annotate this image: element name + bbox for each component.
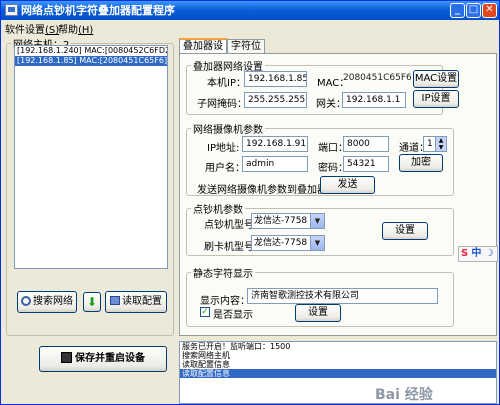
arrow-down-icon: ⬇ [86, 295, 98, 309]
search-network-label: 搜索网络 [33, 296, 73, 307]
static-text-title: 静态字符显示 [193, 269, 253, 280]
content-field[interactable]: 济南智歌测控技术有限公司 [247, 288, 438, 304]
port-field[interactable]: 8000 [343, 136, 389, 152]
close-button[interactable]: ✕ [482, 3, 497, 18]
menu-software-settings-label: 软件设置 [5, 25, 45, 36]
main-window: 网络点钞机字符叠加器配置程序 _ □ ✕ 软件设置(S) 帮助(H) 网络主机：… [0, 0, 500, 405]
read-config-button[interactable]: 读取配置 [105, 291, 167, 313]
search-network-button[interactable]: 搜索网络 [17, 291, 77, 313]
read-config-label: 读取配置 [122, 296, 162, 307]
mac-value: 2080451C65F6 [343, 73, 412, 83]
host-list-item[interactable]: [192.168.1.240] MAC:[0080452C6FD2] [15, 46, 167, 56]
encrypt-button[interactable]: 加密 [399, 154, 443, 172]
content-label: 显示内容： [200, 296, 250, 307]
title-bar: 网络点钞机字符叠加器配置程序 _ □ ✕ [1, 1, 499, 20]
channel-value: 1 [427, 139, 433, 149]
ime-lang-label: 中 [471, 248, 482, 259]
disk-icon [61, 352, 72, 363]
password-field[interactable]: 54321 [343, 156, 389, 172]
local-ip-field[interactable]: 192.168.1.85 [244, 71, 307, 87]
counter-set-button[interactable]: 设置 [382, 222, 428, 240]
host-list-item-selected[interactable]: [192.168.1.85] MAC:[2080451C65F6] [15, 56, 167, 66]
minimize-button[interactable]: _ [450, 3, 465, 18]
show-checkbox[interactable]: ✓ [200, 307, 210, 317]
log-list[interactable]: 服务已开启！监听端口：1500 搜索网络主机 读取配置信息 读取配置信息 [179, 341, 497, 404]
chevron-down-icon: ▼ [310, 236, 324, 250]
menu-software-settings[interactable]: 软件设置(S) [5, 21, 59, 36]
counter-model-select[interactable]: 龙信达-7758 ▼ [251, 213, 325, 229]
menu-help[interactable]: 帮助(H) [58, 21, 93, 36]
log-row: 服务已开启！监听端口：1500 [182, 342, 291, 351]
spin-down-icon[interactable]: ▼ [435, 144, 446, 151]
maximize-button[interactable]: □ [466, 3, 481, 18]
username-field[interactable]: admin [242, 156, 308, 172]
read-icon [110, 296, 120, 305]
host-list[interactable]: [192.168.1.240] MAC:[0080452C6FD2] [192.… [14, 45, 168, 269]
username-label: 用户名： [205, 163, 245, 174]
card-model-select[interactable]: 龙信达-7758 ▼ [251, 235, 325, 251]
log-row-selected: 读取配置信息 [180, 369, 496, 378]
watermark: Bai 经验 [375, 387, 433, 403]
menu-help-label: 帮助 [58, 25, 78, 36]
subnet-mask-label: 子网掩码： [197, 99, 247, 110]
menu-bar: 软件设置(S) 帮助(H) [1, 20, 499, 36]
local-ip-label: 本机IP： [207, 78, 246, 89]
ip-set-button[interactable]: IP设置 [413, 90, 459, 108]
card-model-value: 龙信达-7758 [254, 238, 308, 248]
window-title: 网络点钞机字符叠加器配置程序 [21, 4, 175, 17]
save-restart-label: 保存并重启设备 [75, 353, 145, 364]
subnet-mask-field[interactable]: 255.255.255.0 [244, 92, 307, 108]
show-label: 是否显示 [213, 310, 253, 321]
channel-spinner[interactable]: 1 ▲ ▼ [423, 136, 447, 152]
ime-s-icon: S [461, 248, 469, 259]
counter-group-title: 点钞机参数 [193, 205, 243, 216]
static-set-button[interactable]: 设置 [295, 304, 341, 322]
save-restart-button[interactable]: 保存并重启设备 [39, 346, 167, 372]
search-icon [21, 296, 31, 306]
chevron-down-icon: ▼ [310, 214, 324, 228]
log-row: 搜索网络主机 [182, 351, 230, 360]
arrow-down-button[interactable]: ⬇ [83, 292, 101, 312]
menu-help-key: (H) [78, 25, 94, 36]
spin-up-icon[interactable]: ▲ [435, 137, 446, 144]
moon-icon: ☽ [484, 248, 494, 259]
send-camera-label: 发送网络摄像机参数到叠加器 [197, 185, 327, 196]
app-icon [5, 4, 18, 16]
camera-ip-field[interactable]: 192.168.1.91 [242, 136, 308, 152]
mac-set-button[interactable]: MAC设置 [413, 70, 459, 88]
camera-group-title: 网络摄像机参数 [193, 125, 263, 136]
gateway-field[interactable]: 192.168.1.1 [342, 92, 406, 108]
camera-ip-label: IP地址: [207, 143, 240, 154]
counter-model-value: 龙信达-7758 [254, 216, 308, 226]
send-button[interactable]: 发送 [320, 176, 375, 194]
ime-toolbar[interactable]: S 中 ☽ [458, 246, 498, 262]
log-row: 读取配置信息 [182, 360, 230, 369]
